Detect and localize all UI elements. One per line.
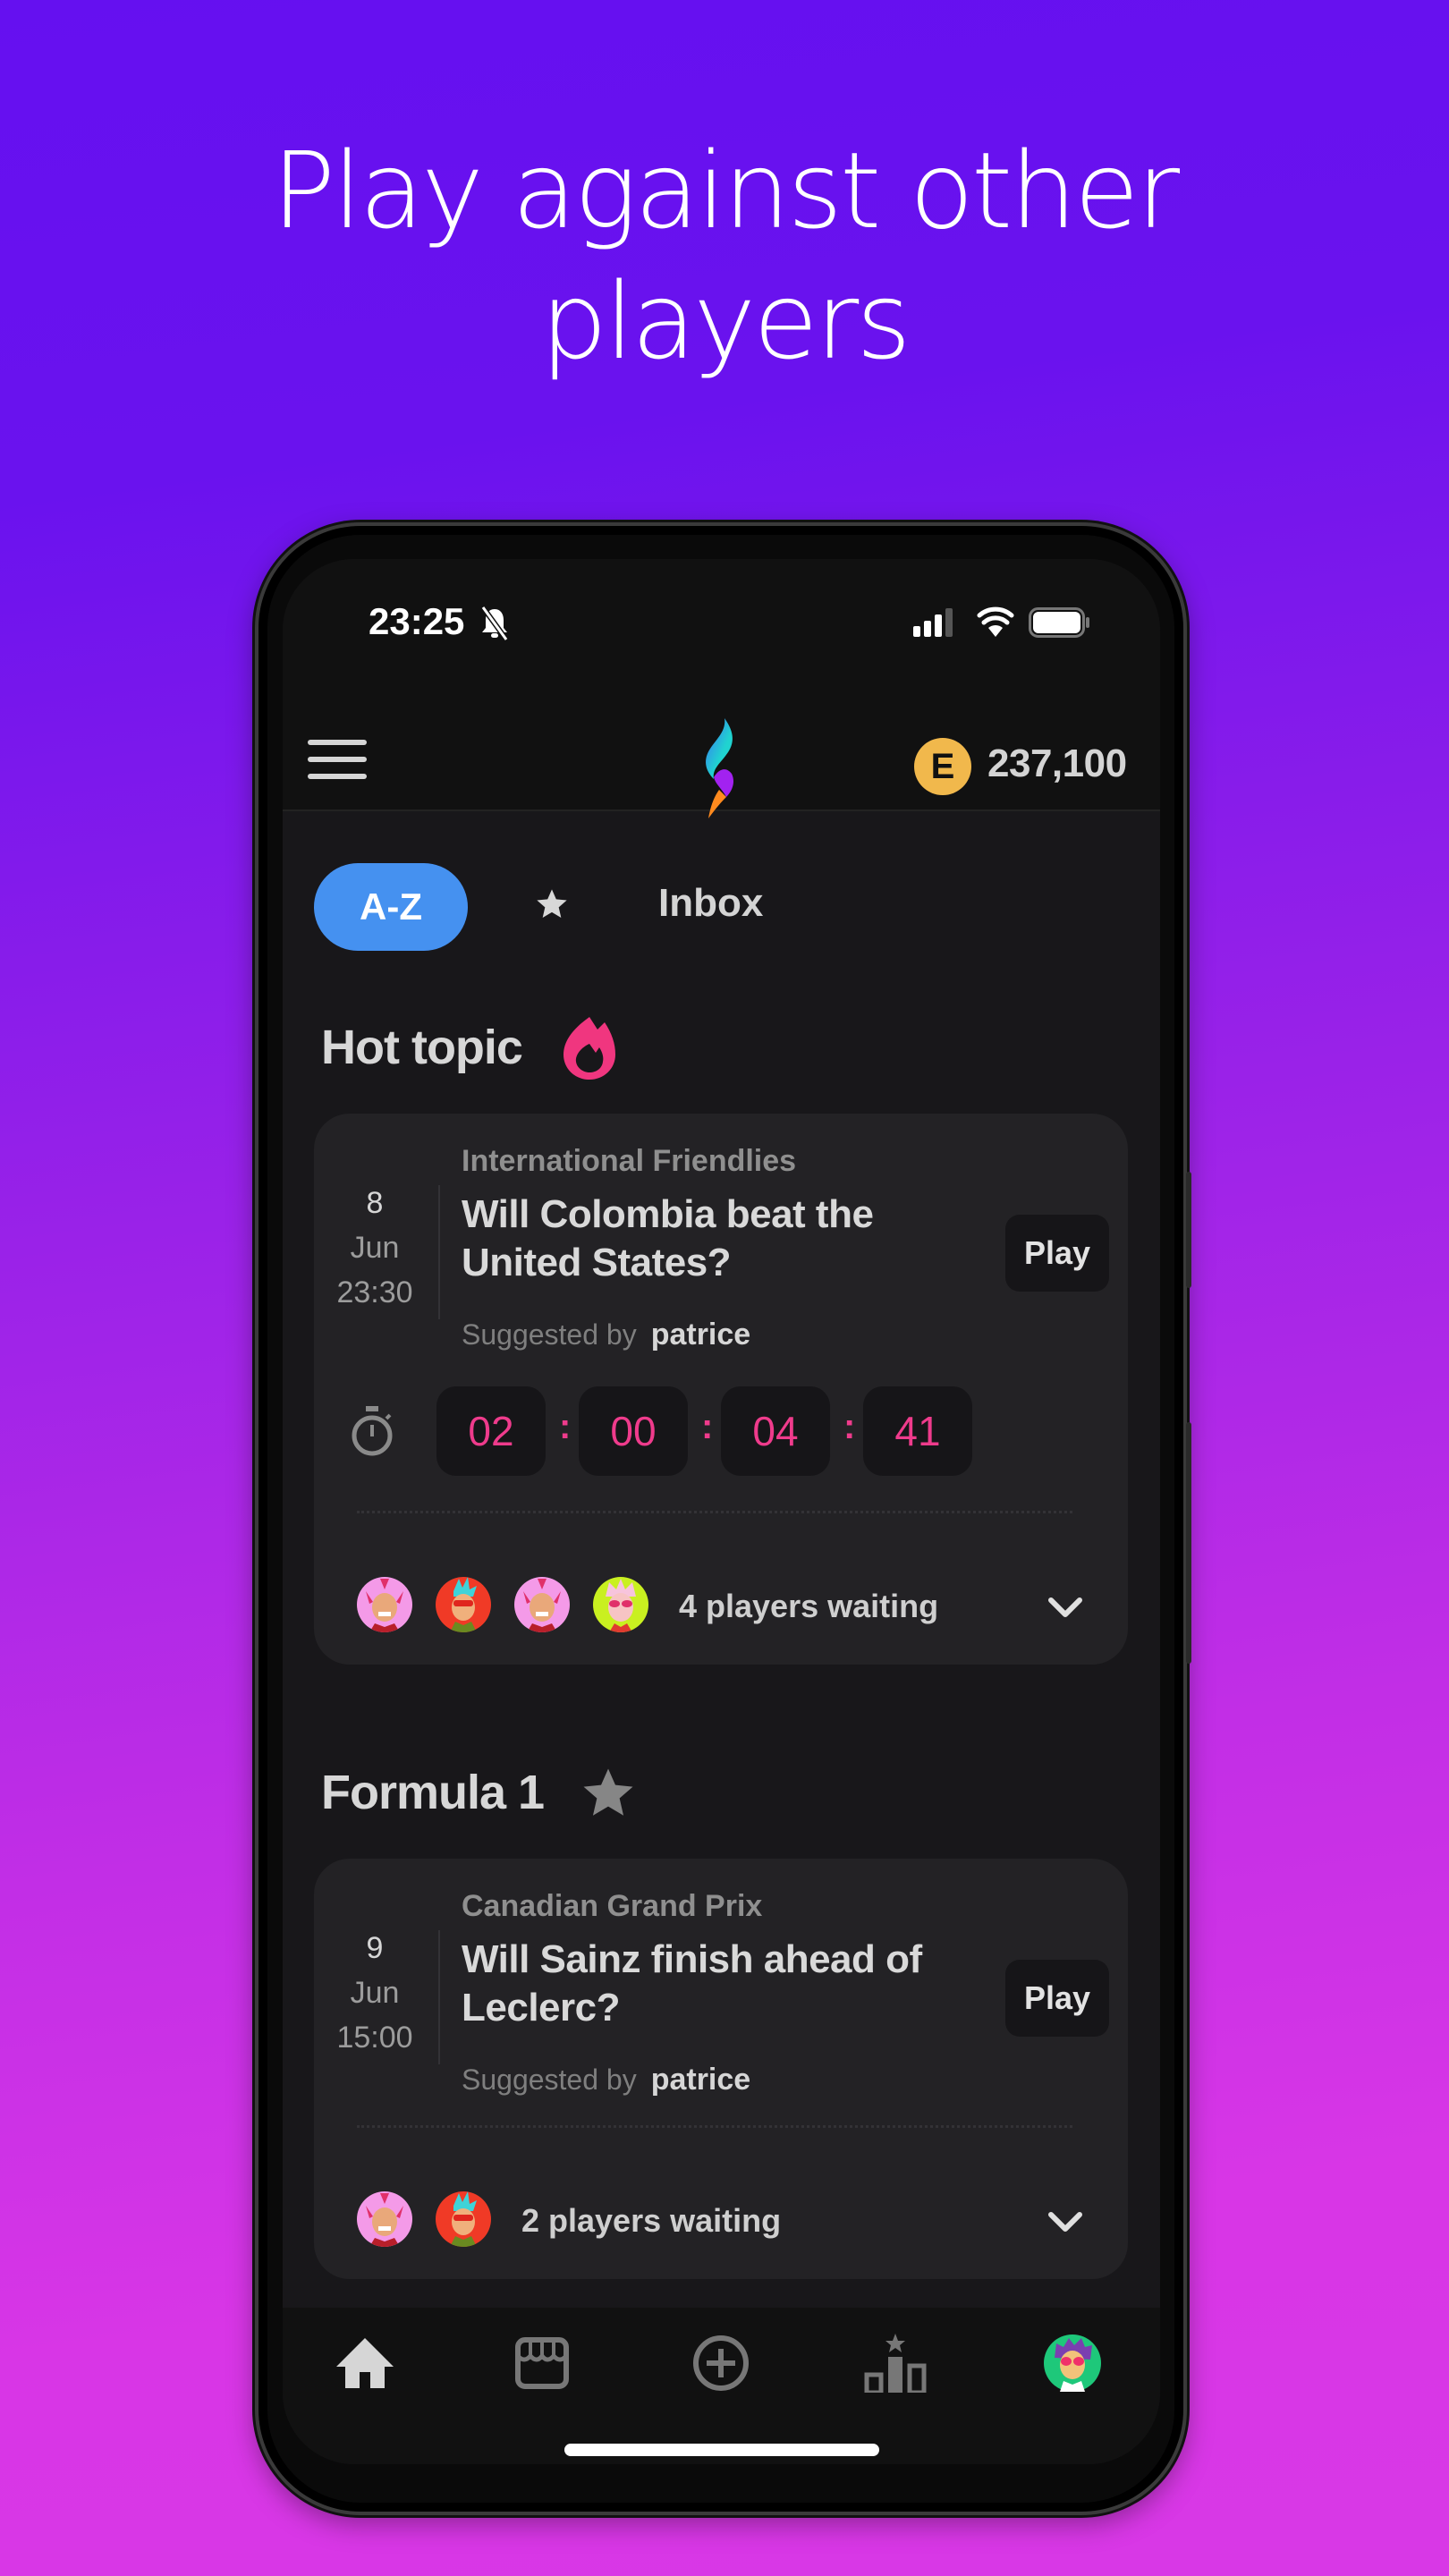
event-category: International Friendlies	[462, 1144, 797, 1178]
suggested-by: Suggested by patrice	[462, 1318, 750, 1352]
section-title-hot-topic: Hot topic	[321, 1021, 523, 1074]
nav-leaderboard[interactable]	[855, 2327, 936, 2399]
nav-create[interactable]	[681, 2327, 761, 2399]
phone-side-button	[1186, 1422, 1191, 1664]
suggested-by-label: Suggested by	[462, 1318, 637, 1351]
suggested-by-user[interactable]: patrice	[651, 1318, 751, 1352]
date-day: 8	[366, 1186, 384, 1220]
player-avatar[interactable]	[514, 1577, 570, 1632]
flame-logo	[706, 718, 733, 818]
card-divider	[357, 1511, 1072, 1513]
event-date: 9 Jun 15:00	[314, 1926, 436, 2060]
phone-screen: 23:25 E 237,100 A-Z Inbox Hot topic 8 Ju…	[283, 559, 1160, 2464]
tab-favorites-star-icon[interactable]	[534, 886, 570, 922]
nav-profile[interactable]	[1032, 2327, 1113, 2399]
coin-icon: E	[914, 738, 971, 795]
player-avatar[interactable]	[436, 1577, 491, 1632]
plus-circle-icon	[693, 2335, 749, 2391]
app-bar: E 237,100	[283, 702, 1160, 818]
date-time: 23:30	[336, 1275, 413, 1309]
suggested-by: Suggested by patrice	[462, 2063, 750, 2097]
chevron-down-icon[interactable]	[1047, 1597, 1083, 1620]
fire-icon	[564, 1017, 615, 1080]
players-waiting-text: 4 players waiting	[679, 1588, 939, 1624]
bottom-navigation	[283, 2308, 1160, 2464]
headline: Play against other players	[0, 125, 1449, 386]
countdown-separator: :	[843, 1407, 856, 1446]
avatar-icon	[1044, 2334, 1101, 2392]
question-text: Will Colombia beat the United States?	[462, 1192, 874, 1284]
date-divider	[438, 1930, 440, 2064]
countdown-minutes: 04	[721, 1386, 830, 1476]
countdown-separator: :	[559, 1407, 572, 1446]
countdown-days: 02	[436, 1386, 546, 1476]
phone-side-button	[1186, 1172, 1191, 1288]
nav-home[interactable]	[325, 2327, 405, 2399]
headline-line-1: Play against other	[271, 129, 1180, 252]
status-bar: 23:25	[283, 559, 1160, 702]
chevron-down-icon[interactable]	[1047, 2211, 1083, 2234]
store-icon	[515, 2337, 569, 2389]
date-divider	[438, 1185, 440, 1319]
play-button[interactable]: Play	[1005, 1960, 1109, 2037]
player-avatar[interactable]	[436, 2191, 491, 2247]
suggested-by-label: Suggested by	[462, 2063, 637, 2096]
countdown-seconds: 41	[863, 1386, 972, 1476]
hamburger-menu-icon[interactable]	[308, 740, 367, 781]
question-card: 9 Jun 15:00 Canadian Grand Prix Will Sai…	[314, 1859, 1128, 2279]
tab-inbox[interactable]: Inbox	[658, 881, 763, 926]
player-avatar[interactable]	[357, 2191, 412, 2247]
nav-shop[interactable]	[502, 2327, 582, 2399]
home-icon	[336, 2338, 394, 2388]
event-category: Canadian Grand Prix	[462, 1889, 763, 1923]
card-divider	[357, 2125, 1072, 2128]
tab-a-z[interactable]: A-Z	[314, 863, 468, 951]
event-date: 8 Jun 23:30	[314, 1181, 436, 1315]
signal-icon	[913, 608, 953, 637]
battery-icon	[1029, 607, 1089, 638]
countdown-hours: 00	[579, 1386, 688, 1476]
home-indicator[interactable]	[564, 2444, 879, 2456]
date-month: Jun	[350, 1231, 400, 1265]
suggested-by-user[interactable]: patrice	[651, 2063, 751, 2097]
question-card: 8 Jun 23:30 International Friendlies Wil…	[314, 1114, 1128, 1665]
countdown-separator: :	[701, 1407, 714, 1446]
question-text: Will Sainz finish ahead of Leclerc?	[462, 1937, 922, 2029]
player-avatar[interactable]	[357, 1577, 412, 1632]
bell-muted-icon	[480, 606, 509, 641]
player-avatar[interactable]	[593, 1577, 648, 1632]
status-time: 23:25	[369, 600, 465, 642]
wifi-icon	[977, 606, 1014, 637]
coin-balance: 237,100	[987, 741, 1127, 785]
date-month: Jun	[350, 1976, 400, 2010]
date-day: 9	[366, 1931, 384, 1965]
stopwatch-icon	[352, 1406, 393, 1456]
star-icon[interactable]	[578, 1764, 639, 1823]
players-waiting-text: 2 players waiting	[521, 2202, 782, 2239]
section-title-formula-1: Formula 1	[321, 1766, 545, 1819]
play-button[interactable]: Play	[1005, 1215, 1109, 1292]
date-time: 15:00	[336, 2021, 413, 2055]
headline-line-2: players	[540, 259, 911, 383]
podium-icon	[864, 2334, 927, 2393]
